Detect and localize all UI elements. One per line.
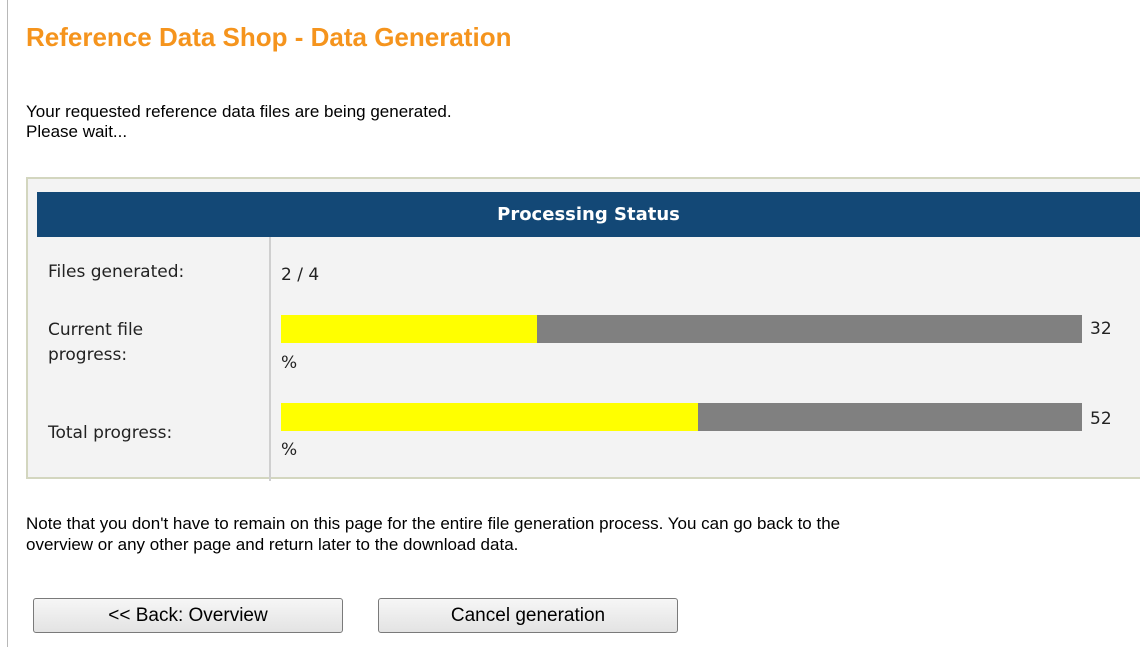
total-progress-fill <box>281 403 698 431</box>
column-divider <box>269 237 271 481</box>
cancel-generation-button[interactable]: Cancel generation <box>378 598 678 633</box>
processing-status-header: Processing Status <box>37 192 1140 237</box>
back-overview-button[interactable]: << Back: Overview <box>33 598 343 633</box>
left-border <box>7 0 8 647</box>
note-line-1: Note that you don't have to remain on th… <box>26 514 841 533</box>
current-file-progress-label: Current file progress: <box>48 318 143 368</box>
current-file-progress-fill <box>281 315 538 343</box>
page-title: Reference Data Shop - Data Generation <box>26 22 512 52</box>
intro-line-2: Please wait... <box>26 122 128 141</box>
note-line-2: overview or any other page and return la… <box>26 535 519 554</box>
current-file-percent-value: 32 <box>1090 319 1112 339</box>
total-percent-value: 52 <box>1090 409 1112 429</box>
current-file-label-line-2: progress: <box>48 345 128 365</box>
intro-text: Your requested reference data files are … <box>26 102 452 142</box>
total-percent-unit: % <box>281 440 298 460</box>
total-progress-bar <box>281 403 1082 431</box>
current-file-label-line-1: Current file <box>48 320 144 340</box>
intro-line-1: Your requested reference data files are … <box>26 102 452 121</box>
files-generated-label: Files generated: <box>48 262 185 282</box>
page: Reference Data Shop - Data Generation Yo… <box>0 0 1140 647</box>
files-generated-value: 2 / 4 <box>281 265 320 285</box>
total-progress-label: Total progress: <box>48 423 173 443</box>
processing-status-panel: Processing Status Files generated: 2 / 4… <box>26 177 1140 481</box>
note-text: Note that you don't have to remain on th… <box>26 513 1140 555</box>
current-file-percent-unit: % <box>281 353 298 373</box>
current-file-progress-bar <box>281 315 1082 343</box>
